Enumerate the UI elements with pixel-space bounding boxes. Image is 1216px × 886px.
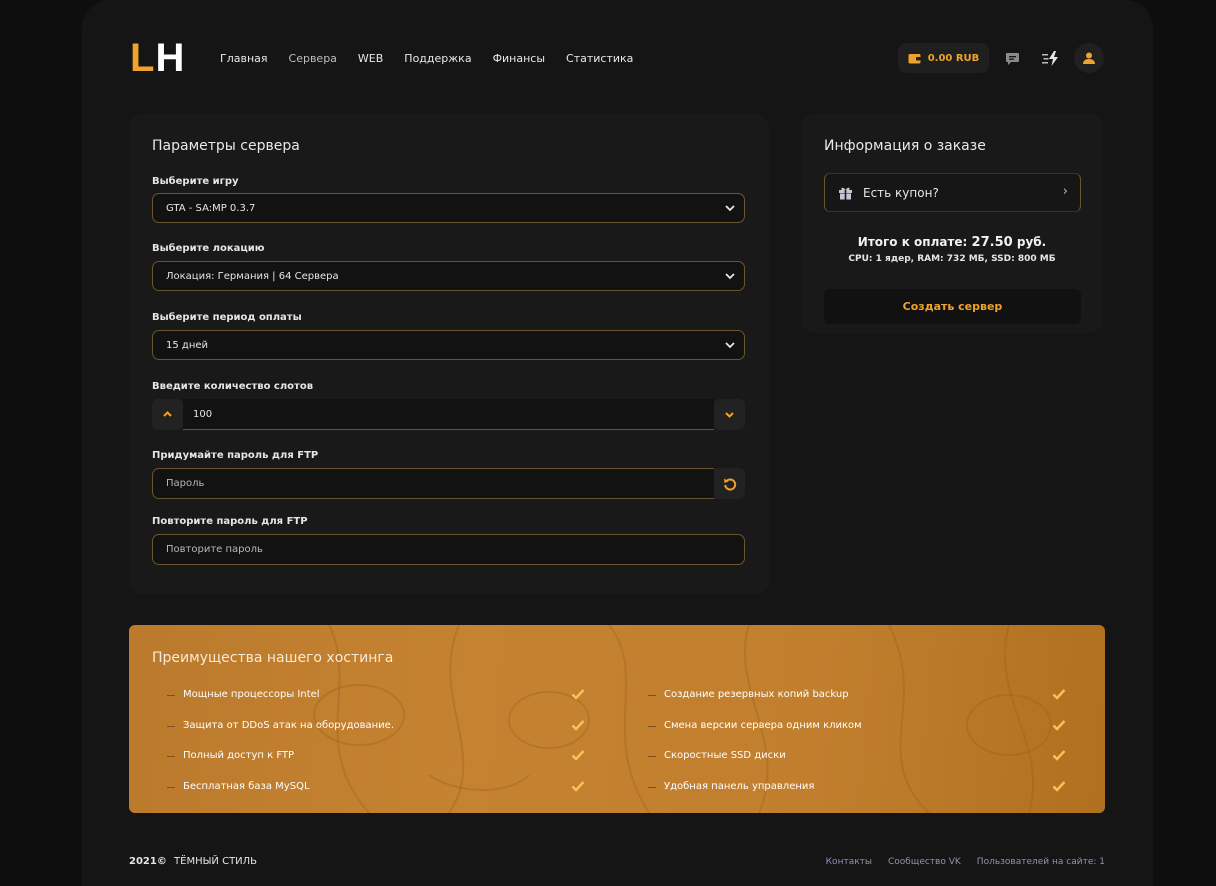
check-icon [1052, 689, 1066, 700]
check-icon [1052, 720, 1066, 731]
nav-servers[interactable]: Сервера [289, 52, 337, 66]
ftp-password-placeholder: Пароль [166, 478, 205, 489]
game-label: Выберите игру [152, 176, 239, 187]
slots-decrease-button[interactable] [714, 399, 745, 430]
location-select[interactable]: Локация: Германия | 64 Сервера [152, 261, 745, 291]
check-icon [571, 689, 585, 700]
user-icon [1083, 52, 1095, 64]
wallet-icon [908, 53, 921, 63]
nav-finance[interactable]: Финансы [493, 52, 545, 66]
chevron-right-icon: › [1062, 184, 1068, 199]
flash-icon [1042, 50, 1058, 66]
chevron-down-icon [725, 412, 734, 418]
logo[interactable]: LH [130, 38, 185, 78]
period-label: Выберите период оплаты [152, 312, 302, 323]
advantage-item: Удобная панель управления [648, 781, 814, 792]
main-nav: Главная Сервера WEB Поддержка Финансы Ст… [220, 52, 654, 66]
profile-button[interactable] [1074, 43, 1104, 73]
advantage-item: Скоростные SSD диски [648, 750, 786, 761]
advantage-item: Полный доступ к FTP [167, 750, 294, 761]
activity-button[interactable] [1036, 43, 1066, 73]
server-params-card: Параметры сервера Выберите игру GTA - SA… [129, 114, 769, 594]
order-info-card: Информация о заказе Есть купон? › Итого … [801, 114, 1103, 333]
check-icon [1052, 750, 1066, 761]
generate-password-button[interactable] [714, 468, 745, 499]
theme-switch[interactable]: ТЁМНЫЙ СТИЛЬ [174, 856, 257, 867]
ftp-password-group: Пароль [152, 468, 745, 499]
ftp-password-input[interactable]: Пароль [152, 468, 715, 499]
chevron-down-icon [725, 342, 735, 349]
slots-value: 100 [193, 408, 213, 420]
game-value: GTA - SA:MP 0.3.7 [166, 202, 256, 214]
chevron-down-icon [725, 205, 735, 212]
advantage-item: Защита от DDoS атак на оборудование. [167, 720, 394, 731]
game-select[interactable]: GTA - SA:MP 0.3.7 [152, 193, 745, 223]
nav-support[interactable]: Поддержка [404, 52, 471, 66]
check-icon [571, 750, 585, 761]
footer-copyright: 2021© ТЁМНЫЙ СТИЛЬ [129, 856, 257, 867]
footer-online-users: Пользователей на сайте: 1 [976, 857, 1105, 867]
coupon-toggle[interactable]: Есть купон? › [824, 173, 1081, 212]
coupon-label: Есть купон? [863, 185, 939, 200]
balance-button[interactable]: 0.00 RUB [898, 43, 989, 73]
advantage-item: Смена версии сервера одним кликом [648, 720, 862, 731]
total-label: Итого к оплате: [857, 235, 968, 249]
check-icon [1052, 781, 1066, 792]
slots-stepper: 100 [152, 399, 745, 430]
total-amount: 27.50 [971, 235, 1013, 250]
nav-web[interactable]: WEB [358, 52, 383, 66]
balance-value: 0.00 RUB [927, 52, 980, 64]
check-icon [571, 720, 585, 731]
chevron-down-icon [725, 273, 735, 280]
slots-input[interactable]: 100 [183, 399, 714, 430]
nav-home[interactable]: Главная [220, 52, 268, 66]
order-total: Итого к оплате: 27.50 руб. [801, 235, 1103, 250]
refresh-icon [723, 478, 736, 491]
footer-link-contacts[interactable]: Контакты [826, 857, 872, 867]
ftp-repeat-input[interactable]: Повторите пароль [152, 534, 745, 565]
create-server-button[interactable]: Создать сервер [824, 289, 1081, 324]
gift-icon [839, 187, 852, 199]
chevron-up-icon [163, 411, 172, 417]
messages-button[interactable] [997, 43, 1027, 73]
advantage-item: Бесплатная база MySQL [167, 781, 310, 792]
advantages-banner: Преимущества нашего хостинга Мощные проц… [129, 625, 1105, 813]
location-label: Выберите локацию [152, 243, 265, 254]
ftp-repeat-placeholder: Повторите пароль [166, 544, 263, 555]
footer-link-vk[interactable]: Сообщество VK [888, 857, 961, 867]
nav-stats[interactable]: Статистика [566, 52, 633, 66]
params-title: Параметры сервера [152, 138, 300, 154]
advantage-item: Мощные процессоры Intel [167, 689, 320, 700]
footer-year: 2021© [129, 856, 167, 867]
advantages-title: Преимущества нашего хостинга [152, 650, 394, 666]
advantage-item: Создание резервных копий backup [648, 689, 849, 700]
period-select[interactable]: 15 дней [152, 330, 745, 360]
location-value: Локация: Германия | 64 Сервера [166, 270, 339, 282]
ftp-label: Придумайте пароль для FTP [152, 450, 319, 461]
period-value: 15 дней [166, 339, 209, 351]
order-specs: CPU: 1 ядер, RAM: 732 МБ, SSD: 800 МБ [848, 254, 1056, 264]
slots-label: Введите количество слотов [152, 381, 314, 392]
check-icon [571, 781, 585, 792]
total-currency: руб. [1016, 235, 1047, 249]
footer-links: Контакты Сообщество VK Пользователей на … [826, 857, 1105, 867]
slots-increase-button[interactable] [152, 399, 183, 430]
chat-icon [1005, 52, 1019, 65]
ftp-repeat-label: Повторите пароль для FTP [152, 516, 308, 527]
order-title: Информация о заказе [824, 138, 986, 154]
